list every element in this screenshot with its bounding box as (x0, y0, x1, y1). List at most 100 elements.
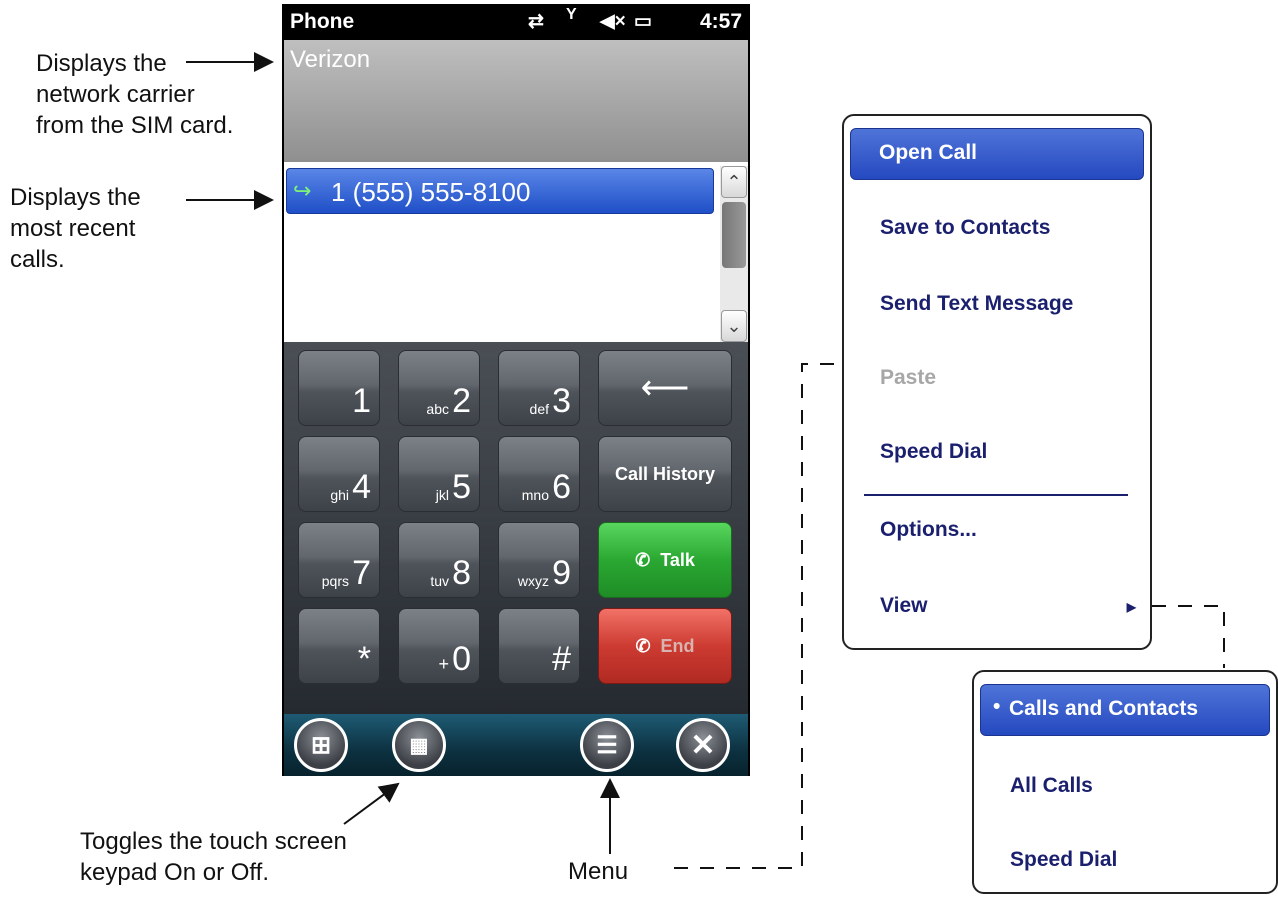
call-number: 1 (555) 555-8100 (331, 177, 531, 207)
menu-item-speed-dial[interactable]: Speed Dial (844, 440, 1150, 470)
key-3[interactable]: def 3 (498, 350, 580, 426)
menu-item-open-call[interactable]: Open Call (850, 128, 1144, 180)
menu-item-label: Options... (880, 518, 977, 541)
key-letters: mno (521, 487, 549, 503)
menu-item-label: Speed Dial (880, 440, 988, 463)
carrier-name: Verizon (290, 46, 371, 73)
close-icon: ✕ (690, 728, 716, 762)
backspace-icon: ⟵ (640, 369, 690, 407)
key-hash[interactable]: # (498, 608, 580, 684)
keypad-annotation-line: keypad On or Off. (80, 859, 269, 886)
key-digit: * (357, 640, 371, 678)
key-digit: 5 (452, 468, 471, 506)
submenu-item-label: Calls and Contacts (1009, 697, 1199, 720)
windows-logo-icon: ⊞ (310, 731, 332, 759)
carrier-annotation-line: Displays the (36, 50, 167, 77)
key-letters: pqrs (321, 573, 349, 589)
backspace-button[interactable]: ⟵ (598, 350, 732, 426)
menu-item-label: Send Text Message (880, 292, 1074, 315)
keypad-annotation-line: Toggles the touch screen (80, 828, 347, 855)
keypad-leader-arrow (343, 782, 400, 825)
key-letters: tuv (430, 573, 449, 589)
menu-item-paste: Paste (844, 366, 1150, 396)
key-letters: jkl (435, 487, 449, 503)
key-letters: def (529, 401, 549, 417)
key-digit: 0 (452, 640, 471, 678)
carrier-annotation: Displays the network carrier from the SI… (36, 48, 233, 141)
menu-item-view[interactable]: View ▶ (844, 594, 1150, 624)
menu-item-save-to-contacts[interactable]: Save to Contacts (844, 216, 1150, 246)
key-letters: wxyz (517, 573, 549, 589)
battery-charging-icon: ▭ (634, 11, 652, 32)
key-6[interactable]: mno 6 (498, 436, 580, 512)
carrier-annotation-line: from the SIM card. (36, 112, 234, 139)
speaker-muted-icon: ◀× (600, 11, 626, 32)
talk-button[interactable]: ✆ Talk (598, 522, 732, 598)
key-digit: 3 (552, 382, 571, 420)
scroll-thumb[interactable] (722, 202, 746, 268)
key-digit: 7 (352, 554, 371, 592)
submenu-arrow-icon: ▶ (1126, 600, 1136, 614)
view-submenu: • Calls and Contacts All Calls Speed Dial (972, 670, 1278, 894)
call-history-button[interactable]: Call History (598, 436, 732, 512)
clock: 4:57 (699, 10, 742, 33)
keypad-toggle-button[interactable]: ▦ (392, 718, 446, 772)
windows-start-button[interactable]: ⊞ (294, 718, 348, 772)
key-digit: 4 (352, 468, 371, 506)
key-digit: 1 (352, 382, 371, 420)
key-4[interactable]: ghi 4 (298, 436, 380, 512)
phone-icon: ✆ (635, 549, 651, 570)
key-digit: 8 (452, 554, 471, 592)
key-letters: + (438, 654, 449, 674)
menu-annotation: Menu (568, 858, 629, 885)
calls-annotation: Displays the most recent calls. (10, 182, 141, 275)
scrollbar[interactable]: ⌃ ⌄ (720, 166, 748, 342)
recent-calls-list[interactable]: ↪ 1 (555) 555-8100 ⌃ ⌄ (284, 162, 748, 342)
key-2[interactable]: abc 2 (398, 350, 480, 426)
key-digit: 2 (452, 382, 471, 420)
call-history-label: Call History (614, 463, 716, 484)
menu-item-label: Save to Contacts (880, 216, 1051, 239)
phone-icon: ✆ (635, 635, 651, 656)
submenu-item-label: All Calls (1010, 774, 1093, 797)
recent-call-item[interactable]: ↪ 1 (555) 555-8100 (286, 168, 714, 214)
key-star[interactable]: * (298, 608, 380, 684)
menu-item-send-text-message[interactable]: Send Text Message (844, 292, 1150, 322)
softkey-bar: ⊞ ▦ ☰ ✕ (284, 714, 748, 776)
app-title: Phone (290, 10, 355, 33)
menu-list-icon: ☰ (596, 731, 618, 759)
signal-antenna-icon: Y (566, 6, 577, 23)
keypad-toggle-annotation: Toggles the touch screen keypad On or Of… (80, 826, 347, 888)
key-letters: ghi (330, 487, 349, 503)
status-bar: Phone ⇄ Y ◀× ▭ 4:57 (282, 4, 750, 40)
submenu-item-speed-dial[interactable]: Speed Dial (974, 848, 1276, 878)
key-7[interactable]: pqrs 7 (298, 522, 380, 598)
key-digit: # (552, 640, 571, 678)
key-5[interactable]: jkl 5 (398, 436, 480, 512)
calls-annotation-line: calls. (10, 246, 65, 273)
menu-item-options[interactable]: Options... (844, 518, 1150, 548)
scroll-up-icon[interactable]: ⌃ (721, 166, 747, 198)
end-button[interactable]: ✆ End (598, 608, 732, 684)
key-0[interactable]: +0 (398, 608, 480, 684)
key-8[interactable]: tuv 8 (398, 522, 480, 598)
calls-annotation-line: Displays the (10, 184, 141, 211)
menu-divider (864, 494, 1128, 496)
submenu-item-calls-and-contacts[interactable]: • Calls and Contacts (980, 684, 1270, 736)
menu-item-label: Open Call (879, 141, 978, 164)
context-menu: Open Call Save to Contacts Send Text Mes… (842, 114, 1152, 650)
talk-label: Talk (660, 549, 695, 570)
menu-button[interactable]: ☰ (580, 718, 634, 772)
dial-keypad: 1 abc 2 def 3 ⟵ ghi 4 jkl 5 mno 6 Call Histor… (284, 342, 748, 714)
key-digit: 6 (552, 468, 571, 506)
key-1[interactable]: 1 (298, 350, 380, 426)
selected-bullet-icon: • (993, 695, 1001, 718)
key-9[interactable]: wxyz 9 (498, 522, 580, 598)
outgoing-call-icon: ↪ (293, 178, 312, 203)
close-button[interactable]: ✕ (676, 718, 730, 772)
menu-item-label: Paste (880, 366, 937, 389)
submenu-item-all-calls[interactable]: All Calls (974, 774, 1276, 804)
calls-annotation-line: most recent (10, 215, 136, 242)
view-to-submenu-leader (1152, 605, 1225, 668)
scroll-down-icon[interactable]: ⌄ (721, 310, 747, 342)
